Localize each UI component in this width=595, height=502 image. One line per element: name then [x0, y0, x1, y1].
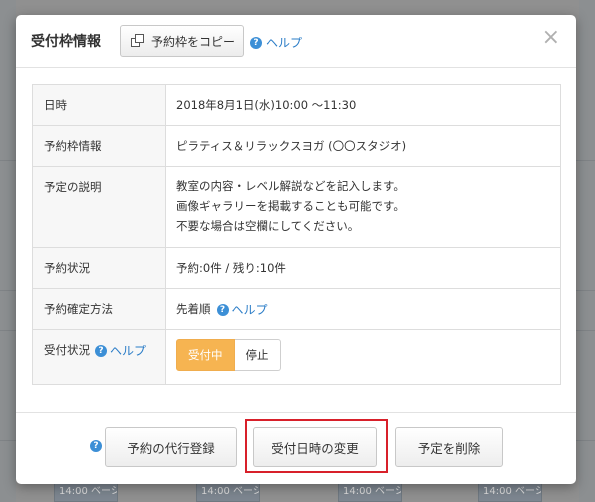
slot-info-table: 日時 2018年8月1日(水)10:00 ～11:30 予約枠情報 ピラティス＆… — [32, 84, 561, 385]
row-label-datetime: 日時 — [32, 84, 166, 126]
table-row: 日時 2018年8月1日(水)10:00 ～11:30 — [32, 84, 561, 126]
header-help[interactable]: ? ヘルプ — [250, 32, 302, 51]
row-label-confirm-method: 予約確定方法 — [32, 288, 166, 330]
background-calendar-cell: 14:00 ベーシックヨガ — [54, 482, 118, 502]
modal-header: 受付枠情報 予約枠をコピー ? ヘルプ × — [16, 15, 576, 68]
copy-slot-button[interactable]: 予約枠をコピー — [120, 25, 244, 57]
acceptance-toggle: 受付中 停止 — [176, 339, 281, 371]
table-row: 予約状況 予約:0件 / 残り:10件 — [32, 247, 561, 289]
row-label-slot-info: 予約枠情報 — [32, 125, 166, 167]
background-calendar-cell: 14:00 ベーシックヨガ — [338, 482, 402, 502]
delete-event-button[interactable]: 予定を削除 — [395, 427, 503, 467]
description-line: 教室の内容・レベル解説などを記入します。 — [176, 179, 405, 193]
description-line: 不要な場合は空欄にしてください。 — [176, 219, 360, 233]
help-icon: ? — [250, 36, 262, 49]
background-edge-right — [579, 0, 595, 502]
help-link[interactable]: ヘルプ — [266, 36, 302, 50]
row-label-booking-status: 予約状況 — [32, 247, 166, 289]
close-icon[interactable]: × — [542, 27, 560, 49]
description-line: 画像ギャラリーを掲載することも可能です。 — [176, 199, 405, 213]
help-link[interactable]: ヘルプ — [232, 303, 268, 317]
proxy-booking-button[interactable]: 予約の代行登録 — [105, 427, 237, 467]
help-icon: ? — [216, 303, 229, 316]
row-value-confirm-method: 先着順? ヘルプ — [165, 288, 561, 330]
row-label-acceptance: 受付状況? ヘルプ — [32, 329, 166, 385]
help-icon[interactable]: ? — [90, 440, 102, 452]
table-row: 予約確定方法 先着順? ヘルプ — [32, 288, 561, 330]
row-label-description: 予定の説明 — [32, 166, 166, 248]
row-value-slot-info: ピラティス＆リラックスヨガ (〇〇スタジオ) — [165, 125, 561, 167]
table-row: 受付状況? ヘルプ 受付中 停止 — [32, 329, 561, 385]
help-icon: ? — [95, 344, 107, 357]
stop-toggle-button[interactable]: 停止 — [234, 339, 281, 371]
row-value-description: 教室の内容・レベル解説などを記入します。 画像ギャラリーを掲載することも可能です… — [165, 166, 561, 248]
background-edge-left — [0, 0, 16, 502]
background-calendar-cell: 14:00 ベーシックヨガ — [196, 482, 260, 502]
table-row: 予約枠情報 ピラティス＆リラックスヨガ (〇〇スタジオ) — [32, 125, 561, 167]
booking-slot-modal: 受付枠情報 予約枠をコピー ? ヘルプ × 日時 2018年8月1日(水)10:0… — [16, 15, 576, 484]
acceptance-label: 受付状況 — [44, 343, 90, 357]
table-row: 予定の説明 教室の内容・レベル解説などを記入します。 画像ギャラリーを掲載するこ… — [32, 166, 561, 248]
accepting-toggle-button[interactable]: 受付中 — [176, 339, 235, 371]
modal-title: 受付枠情報 — [31, 34, 101, 50]
change-datetime-button[interactable]: 受付日時の変更 — [253, 427, 377, 467]
help-link[interactable]: ヘルプ — [110, 344, 146, 358]
copy-slot-button-label: 予約枠をコピー — [151, 34, 236, 49]
confirm-method-value: 先着順 — [176, 302, 211, 316]
modal-footer: ? 予約の代行登録 受付日時の変更 予定を削除 — [16, 412, 576, 484]
background-calendar-cell: 14:00 ベーシックヨガ — [478, 482, 542, 502]
row-value-acceptance: 受付中 停止 — [165, 329, 561, 385]
row-value-booking-status: 予約:0件 / 残り:10件 — [165, 247, 561, 289]
row-value-datetime: 2018年8月1日(水)10:00 ～11:30 — [176, 98, 357, 112]
copy-icon — [131, 34, 145, 48]
